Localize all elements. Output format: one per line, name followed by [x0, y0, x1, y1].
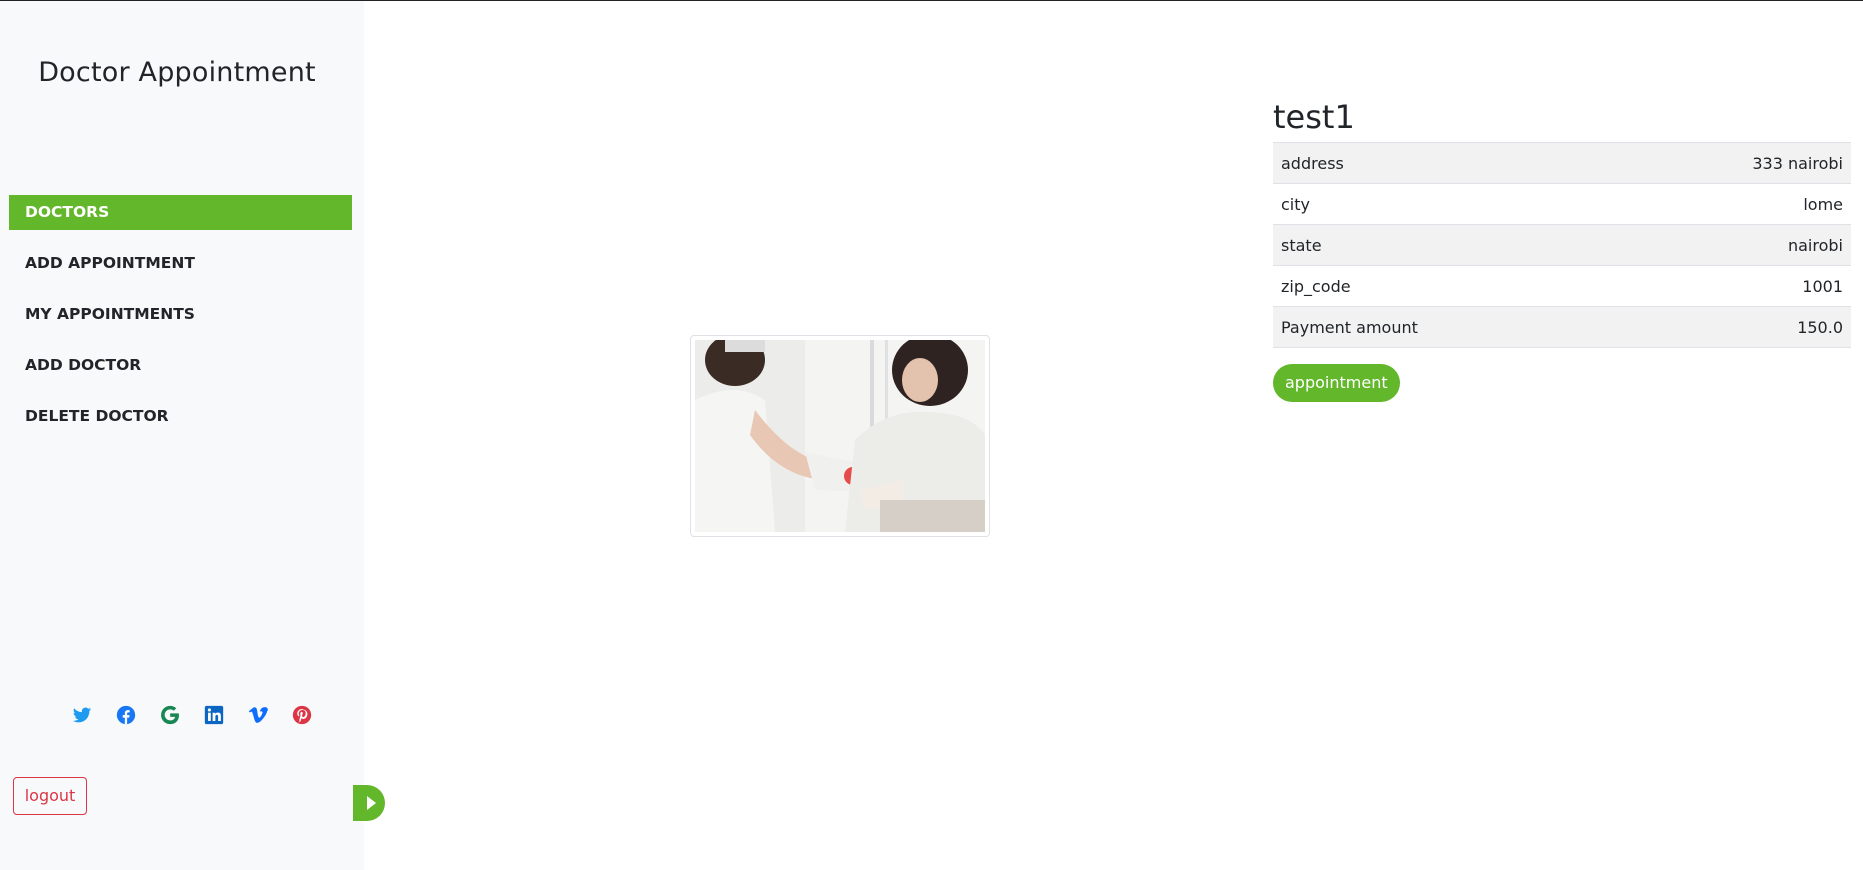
- row-key: city: [1273, 183, 1614, 225]
- row-key: zip_code: [1273, 265, 1614, 307]
- nav-item-add-appointment[interactable]: ADD APPOINTMENT: [9, 246, 352, 281]
- sidebar-nav: DOCTORS ADD APPOINTMENT MY APPOINTMENTS …: [9, 195, 352, 450]
- sidebar: Doctor Appointment DOCTORS ADD APPOINTME…: [0, 1, 364, 870]
- doctor-photo-frame: [690, 335, 990, 537]
- row-key: state: [1273, 224, 1614, 266]
- table-row: address 333 nairobi: [1273, 142, 1851, 184]
- table-row: city lome: [1273, 183, 1851, 225]
- nav-item-delete-doctor[interactable]: DELETE DOCTOR: [9, 399, 352, 434]
- doctor-photo: [695, 340, 985, 532]
- table-row: Payment amount 150.0: [1273, 306, 1851, 348]
- doctor-with-child-patient-photo: [695, 340, 985, 532]
- linkedin-icon[interactable]: [202, 703, 226, 727]
- sidebar-toggle-button[interactable]: [353, 785, 385, 821]
- row-value: 333 nairobi: [1613, 142, 1851, 184]
- doctor-info-table: address 333 nairobi city lome state nair…: [1273, 142, 1851, 348]
- table-row: state nairobi: [1273, 224, 1851, 266]
- row-value: lome: [1613, 183, 1851, 225]
- row-key: Payment amount: [1273, 306, 1614, 348]
- logout-button[interactable]: logout: [13, 777, 87, 815]
- row-value: nairobi: [1613, 224, 1851, 266]
- row-value: 150.0: [1613, 306, 1851, 348]
- doctor-detail: test1 address 333 nairobi city lome stat…: [1273, 96, 1851, 402]
- nav-item-add-doctor[interactable]: ADD DOCTOR: [9, 348, 352, 383]
- row-value: 1001: [1613, 265, 1851, 307]
- play-icon: [366, 796, 376, 810]
- brand-title: Doctor Appointment: [38, 57, 316, 88]
- doctor-name: test1: [1273, 98, 1355, 136]
- row-key: address: [1273, 142, 1614, 184]
- social-links: [70, 702, 330, 728]
- facebook-icon[interactable]: [114, 703, 138, 727]
- twitter-icon[interactable]: [70, 703, 94, 727]
- nav-item-doctors[interactable]: DOCTORS: [9, 195, 352, 230]
- appointment-button[interactable]: appointment: [1273, 364, 1400, 402]
- table-row: zip_code 1001: [1273, 265, 1851, 307]
- nav-item-my-appointments[interactable]: MY APPOINTMENTS: [9, 297, 352, 332]
- pinterest-icon[interactable]: [290, 703, 314, 727]
- vimeo-icon[interactable]: [246, 703, 270, 727]
- google-icon[interactable]: [158, 703, 182, 727]
